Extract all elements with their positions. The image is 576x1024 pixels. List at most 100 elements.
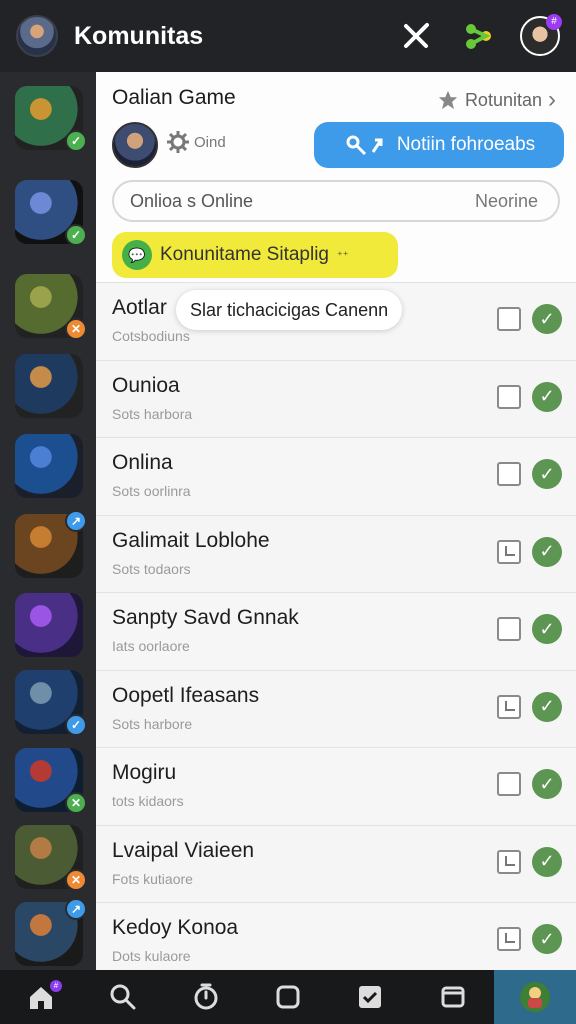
checkbox[interactable] bbox=[497, 694, 521, 719]
promo-tail: ⁺⁺ bbox=[337, 249, 349, 262]
sidebar-game-8[interactable]: ✓ bbox=[15, 670, 87, 736]
check-circle-icon[interactable]: ✓ bbox=[532, 846, 562, 877]
community-header: Oalian Game Rotunitan › Oind Notiin fohr… bbox=[96, 72, 576, 282]
list-item[interactable]: Galimait Loblohe Sots todaors ✓ bbox=[96, 514, 576, 592]
sidebar-badge: ✓ bbox=[65, 714, 87, 736]
gear-icon bbox=[167, 131, 189, 153]
game-title: Oalian Game bbox=[112, 86, 236, 109]
player-avatar[interactable] bbox=[112, 122, 158, 168]
window-icon bbox=[441, 986, 465, 1008]
check-circle-icon[interactable]: ✓ bbox=[532, 536, 562, 567]
checkbox[interactable] bbox=[497, 384, 521, 409]
tab-game[interactable] bbox=[493, 970, 576, 1024]
list-item-subtitle: Iats oorlaore bbox=[112, 638, 190, 654]
check-circle-icon[interactable]: ✓ bbox=[532, 459, 562, 489]
page-title: Komunitas bbox=[74, 21, 204, 50]
check-circle-icon[interactable]: ✓ bbox=[532, 769, 562, 799]
search-icon bbox=[110, 984, 136, 1010]
list-item-subtitle: Sots harbore bbox=[112, 715, 193, 732]
gear-status-label: Oind bbox=[194, 133, 226, 151]
check-circle-icon[interactable]: ✓ bbox=[532, 924, 562, 954]
tooltip: Slar tichacicigas Canenn bbox=[176, 290, 403, 330]
checkbox[interactable] bbox=[497, 307, 521, 331]
sidebar-badge: ✕ bbox=[65, 869, 87, 891]
list-item-title: Mogiru bbox=[112, 761, 177, 784]
list-item[interactable]: Onlina Sots oorlinra ✓ bbox=[96, 437, 576, 515]
list-item-subtitle: Sots oorlinra bbox=[112, 483, 191, 499]
list-item-title: Aotlar bbox=[112, 296, 167, 319]
sidebar-badge: ↗ bbox=[65, 510, 87, 532]
link-icon bbox=[346, 135, 383, 156]
checkbox[interactable] bbox=[497, 462, 521, 486]
list-item[interactable]: Lvaipal Viaieen Fots kutiaore ✓ bbox=[96, 824, 576, 902]
community-promo-button[interactable]: 💬 Konunitame Sitaplig ⁺⁺ bbox=[112, 232, 398, 278]
top-bar: Komunitas # bbox=[0, 0, 576, 72]
close-icon[interactable] bbox=[396, 16, 436, 56]
list-item[interactable]: Ounioa Sots harbora ✓ bbox=[96, 359, 576, 437]
list-item[interactable]: Kedoy Konoa Dots kulaore ✓ bbox=[96, 902, 576, 970]
checkbox[interactable] bbox=[497, 927, 521, 951]
rank-label: Rotunitan bbox=[464, 89, 542, 110]
checkbox[interactable] bbox=[497, 617, 521, 641]
sidebar-badge: ✓ bbox=[65, 130, 87, 152]
game-thumbnail bbox=[15, 434, 83, 498]
list-item[interactable]: Sanpty Savd Gnnak Iats oorlaore ✓ bbox=[96, 592, 576, 670]
sidebar-game-10[interactable]: ✕ bbox=[15, 825, 87, 891]
checkbox[interactable] bbox=[497, 849, 521, 874]
tab-window[interactable] bbox=[411, 970, 493, 1024]
sidebar-game-2[interactable]: ✓ bbox=[15, 180, 87, 246]
list-item-title: Onlina bbox=[112, 451, 173, 474]
check-circle-icon[interactable]: ✓ bbox=[532, 304, 562, 334]
search-input[interactable]: Onlioa s Online Neorine bbox=[112, 180, 560, 222]
bottom-navigation: # bbox=[0, 970, 576, 1024]
checkbox[interactable] bbox=[497, 539, 521, 564]
list-item[interactable]: Mogiru tots kidaors ✓ bbox=[96, 747, 576, 825]
profile-avatar[interactable]: # bbox=[520, 14, 562, 56]
chevron-right-icon: › bbox=[548, 86, 556, 113]
list-item[interactable]: Oopetl Ifeasans Sots harbore ✓ bbox=[96, 669, 576, 747]
community-panel: Oalian Game Rotunitan › Oind Notiin fohr… bbox=[96, 72, 576, 970]
gear-status[interactable]: Oind bbox=[166, 130, 226, 154]
list-item-subtitle: Sots todaors bbox=[112, 560, 191, 577]
notification-button[interactable]: Notiin fohroeabs bbox=[314, 122, 564, 168]
sidebar-game-1[interactable]: ✓ bbox=[15, 86, 87, 152]
tab-home[interactable]: # bbox=[0, 970, 82, 1024]
list-item-title: Kedoy Konoa bbox=[112, 916, 239, 939]
list-item-subtitle: Fots kutiaore bbox=[112, 870, 193, 887]
sidebar-game-3[interactable]: ✕ bbox=[15, 274, 87, 340]
sidebar-badge: ✕ bbox=[65, 318, 87, 340]
check-circle-icon[interactable]: ✓ bbox=[532, 381, 562, 412]
check-circle-icon[interactable]: ✓ bbox=[532, 614, 562, 644]
check-circle-icon[interactable]: ✓ bbox=[532, 691, 562, 722]
tab-timer[interactable] bbox=[165, 970, 247, 1024]
search-filter[interactable]: Neorine bbox=[475, 191, 538, 212]
profile-notification-badge: # bbox=[546, 14, 562, 30]
list-item-subtitle: Cotsbodiuns bbox=[112, 328, 190, 344]
list-item-title: Sanpty Savd Gnnak bbox=[112, 606, 299, 629]
sidebar-game-9[interactable]: ✕ bbox=[15, 748, 87, 814]
timer-icon bbox=[194, 983, 218, 1010]
sidebar-game-4[interactable] bbox=[15, 354, 83, 418]
sidebar-game-6[interactable]: ↗ bbox=[15, 510, 87, 578]
list-item-title: Oopetl Ifeasans bbox=[112, 683, 260, 707]
community-avatar[interactable] bbox=[16, 15, 58, 57]
sidebar-badge: ✓ bbox=[65, 224, 87, 246]
sidebar-badge: ↗ bbox=[65, 898, 87, 920]
game-thumbnail bbox=[15, 354, 83, 418]
sidebar-game-5[interactable] bbox=[15, 434, 83, 498]
star-icon bbox=[438, 90, 458, 110]
tab-search[interactable] bbox=[82, 970, 164, 1024]
list-item-title: Galimait Loblohe bbox=[112, 528, 270, 552]
game-sidebar: ✓ ✓ ✕ ↗ ✓ ✕ ✕ ↗ bbox=[0, 72, 96, 970]
sidebar-game-11[interactable]: ↗ bbox=[15, 898, 87, 966]
share-icon[interactable] bbox=[458, 16, 498, 56]
home-badge: # bbox=[50, 980, 62, 992]
tab-tasks[interactable] bbox=[329, 970, 411, 1024]
sidebar-game-7[interactable] bbox=[15, 593, 83, 657]
chat-icon: 💬 bbox=[122, 240, 152, 270]
checkbox[interactable] bbox=[497, 772, 521, 796]
tab-square[interactable] bbox=[247, 970, 329, 1024]
rank-link[interactable]: Rotunitan › bbox=[437, 86, 556, 114]
list-item-subtitle: tots kidaors bbox=[112, 793, 184, 809]
promo-label: Konunitame Sitaplig bbox=[160, 244, 329, 265]
